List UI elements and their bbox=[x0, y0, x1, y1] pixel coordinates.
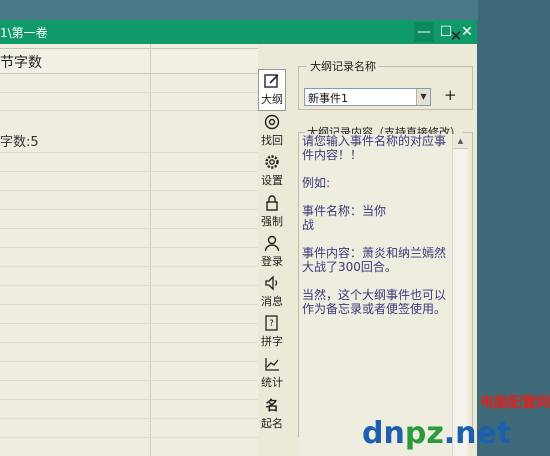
word-count-text: 字数:5 bbox=[0, 135, 39, 150]
tool-stats-button[interactable]: 统计 bbox=[258, 353, 286, 393]
svg-text:?: ? bbox=[269, 319, 274, 329]
watermark-url-part: pz bbox=[404, 416, 444, 451]
lock-icon bbox=[266, 195, 278, 211]
table-row bbox=[0, 110, 258, 111]
edit-icon bbox=[264, 74, 279, 88]
content-paragraph: 事件名称：当你 战 bbox=[302, 204, 387, 232]
table-row bbox=[0, 418, 258, 419]
tool-label: 拼字 bbox=[261, 335, 283, 348]
content-paragraph: 事件内容：萧炎和纳兰嫣然大战了300回合。 bbox=[302, 246, 447, 274]
table-row bbox=[0, 92, 258, 93]
table-row bbox=[0, 342, 258, 343]
tool-label: 统计 bbox=[261, 376, 283, 389]
watermark-url: dnpz.net bbox=[362, 416, 511, 451]
spell-icon: ? bbox=[265, 315, 278, 331]
table-row bbox=[0, 209, 258, 210]
table-row bbox=[0, 285, 258, 286]
tool-settings-button[interactable]: 设置 bbox=[258, 151, 286, 191]
table-row bbox=[0, 380, 258, 381]
tool-spell-button[interactable]: ? 拼字 bbox=[258, 312, 286, 352]
content-paragraph: 例如: bbox=[302, 176, 331, 190]
tool-message-button[interactable]: 消息 bbox=[258, 272, 286, 312]
tool-outline-button[interactable]: 大纲 bbox=[258, 69, 286, 111]
gear-icon bbox=[265, 155, 279, 169]
tool-login-button[interactable]: 登录 bbox=[258, 232, 286, 272]
tool-label: 设置 bbox=[261, 174, 283, 187]
table-row bbox=[0, 323, 258, 324]
table-row bbox=[0, 361, 258, 362]
selected-event: 新事件1 bbox=[308, 92, 348, 105]
tool-naming-button[interactable]: 名 起名 bbox=[258, 394, 286, 434]
table-row bbox=[0, 437, 258, 438]
tool-force-button[interactable]: 强制 bbox=[258, 192, 286, 232]
tool-label: 找回 bbox=[261, 134, 283, 147]
outline-close-button[interactable]: ✕ bbox=[448, 27, 464, 45]
column-divider bbox=[150, 44, 151, 456]
add-event-button[interactable]: + bbox=[444, 86, 457, 104]
name-icon: 名 bbox=[265, 398, 278, 414]
content-paragraph: 请您输入事件名称的对应事件内容！！ bbox=[302, 134, 447, 162]
outline-name-legend: 大纲记录名称 bbox=[310, 60, 376, 73]
outline-event-select[interactable]: 新事件1 ▼ bbox=[304, 88, 431, 106]
chapter-list[interactable]: 节字数 字数:5 bbox=[0, 44, 258, 456]
desktop-background bbox=[0, 0, 550, 20]
minimize-button[interactable]: — bbox=[414, 22, 434, 42]
scroll-up-icon[interactable]: ▲ bbox=[453, 134, 468, 149]
watermark-url-part: dn bbox=[362, 416, 405, 451]
watermark-url-part: .net bbox=[443, 416, 512, 451]
table-row bbox=[0, 247, 258, 248]
tool-label: 登录 bbox=[261, 255, 283, 268]
table-row bbox=[0, 190, 258, 191]
table-row bbox=[0, 152, 258, 153]
table-row bbox=[0, 304, 258, 305]
content-paragraph: 当然，这个大纲事件也可以作为备忘录或者便签使用。 bbox=[302, 288, 447, 316]
tool-label: 大纲 bbox=[261, 93, 283, 106]
chart-icon bbox=[265, 358, 279, 371]
side-toolbar: 大纲 找回 设置 强制 登录 消息 ? 拼字 统计 名 起名 bbox=[258, 65, 286, 456]
list-header: 节字数 bbox=[0, 48, 258, 74]
table-row bbox=[0, 266, 258, 267]
chevron-down-icon[interactable]: ▼ bbox=[416, 89, 430, 105]
column-header-word-count: 节字数 bbox=[0, 55, 42, 71]
title-bar: 1\第一卷 — ☐ ✕ bbox=[0, 20, 477, 44]
tool-label: 消息 bbox=[261, 295, 283, 308]
tool-label: 起名 bbox=[261, 417, 283, 430]
table-row bbox=[0, 171, 258, 172]
site-watermark: 电脑配置网 dnpz.net bbox=[362, 386, 550, 456]
user-icon bbox=[264, 235, 280, 252]
svg-text:名: 名 bbox=[265, 398, 278, 414]
table-row bbox=[0, 399, 258, 400]
watermark-cn-text: 电脑配置网 bbox=[480, 395, 550, 411]
tool-label: 强制 bbox=[261, 215, 283, 228]
table-row bbox=[0, 228, 258, 229]
window-title: 1\第一卷 bbox=[0, 26, 48, 40]
speaker-icon bbox=[265, 275, 278, 291]
recover-icon bbox=[264, 114, 280, 130]
tool-recover-button[interactable]: 找回 bbox=[258, 111, 286, 151]
